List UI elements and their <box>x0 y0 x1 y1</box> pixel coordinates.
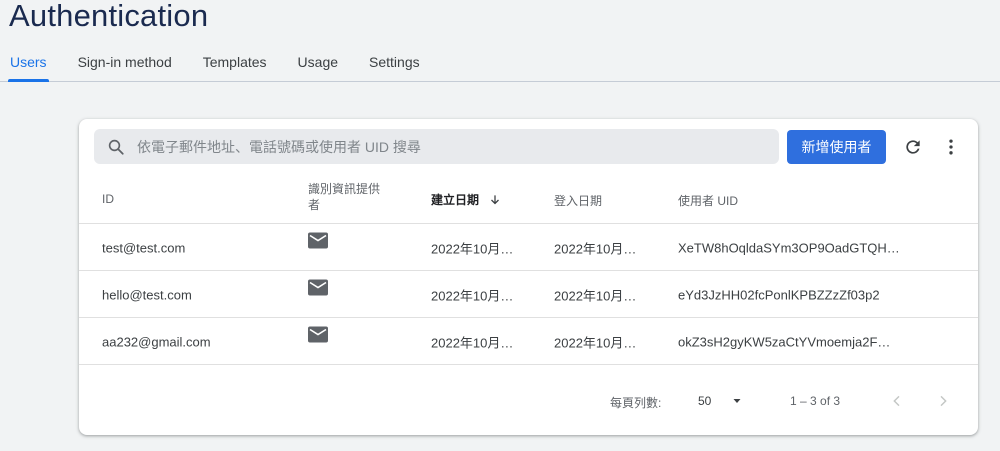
row-uid: eYd3JzHH02fcPonlKPBZZzZf03p2 <box>678 287 880 302</box>
column-header-created[interactable]: 建立日期 <box>431 191 502 208</box>
search-icon <box>108 139 124 155</box>
column-header-provider[interactable]: 識別資訊提供者 <box>308 181 388 213</box>
row-signed-in: 2022年10月… <box>554 241 637 256</box>
tab-bar: Users Sign-in method Templates Usage Set… <box>8 52 451 82</box>
column-header-signed-in[interactable]: 登入日期 <box>554 192 602 209</box>
column-header-id[interactable]: ID <box>102 192 114 206</box>
page-header: Authentication Users Sign-in method Temp… <box>0 0 1000 82</box>
row-created: 2022年10月… <box>431 241 514 256</box>
mail-icon <box>308 232 328 252</box>
table-row[interactable]: aa232@gmail.com 2022年10月… 2022年10月… okZ3… <box>79 318 978 365</box>
column-header-created-label: 建立日期 <box>431 193 480 207</box>
page-title: Authentication <box>9 0 209 33</box>
tab-usage[interactable]: Usage <box>298 52 338 82</box>
arrow-down-icon <box>491 194 499 204</box>
row-created: 2022年10月… <box>431 335 514 350</box>
pagination-range: 1 – 3 of 3 <box>790 394 841 408</box>
tab-templates[interactable]: Templates <box>203 52 267 82</box>
mail-icon <box>308 326 328 346</box>
row-id: aa232@gmail.com <box>102 334 211 349</box>
row-signed-in: 2022年10月… <box>554 288 637 303</box>
refresh-icon[interactable] <box>901 135 925 159</box>
tab-settings[interactable]: Settings <box>369 52 420 82</box>
row-created: 2022年10月… <box>431 288 514 303</box>
row-uid: XeTW8hOqldaSYm3OP9OadGTQH… <box>678 240 900 255</box>
search-bar <box>94 129 779 164</box>
row-divider <box>79 364 978 365</box>
row-id: test@test.com <box>102 240 186 255</box>
rows-per-page-value: 50 <box>698 394 712 408</box>
mail-icon <box>308 279 328 299</box>
table-row[interactable]: hello@test.com 2022年10月… 2022年10月… eYd3J… <box>79 271 978 318</box>
row-uid: okZ3sH2gyKW5zaCtYVmoemja2F… <box>678 334 891 349</box>
chevron-right-icon[interactable] <box>931 389 955 413</box>
search-input[interactable] <box>137 138 737 155</box>
row-signed-in: 2022年10月… <box>554 335 637 350</box>
users-table-card: 新增使用者 ID 識別資訊提供者 建立日期 登入日期 使用者 UID test@… <box>79 119 978 435</box>
tab-users[interactable]: Users <box>8 52 49 82</box>
table-row[interactable]: test@test.com 2022年10月… 2022年10月… XeTW8h… <box>79 224 978 271</box>
more-vert-icon[interactable] <box>939 135 963 159</box>
tab-sign-in-method[interactable]: Sign-in method <box>78 52 172 82</box>
rows-per-page-label: 每頁列數: <box>610 396 662 410</box>
chevron-left-icon[interactable] <box>885 389 909 413</box>
column-header-uid[interactable]: 使用者 UID <box>678 192 738 209</box>
caret-down-icon <box>733 399 741 403</box>
add-user-button[interactable]: 新增使用者 <box>787 130 886 164</box>
rows-per-page-select[interactable]: 50 <box>698 390 746 412</box>
row-id: hello@test.com <box>102 287 192 302</box>
